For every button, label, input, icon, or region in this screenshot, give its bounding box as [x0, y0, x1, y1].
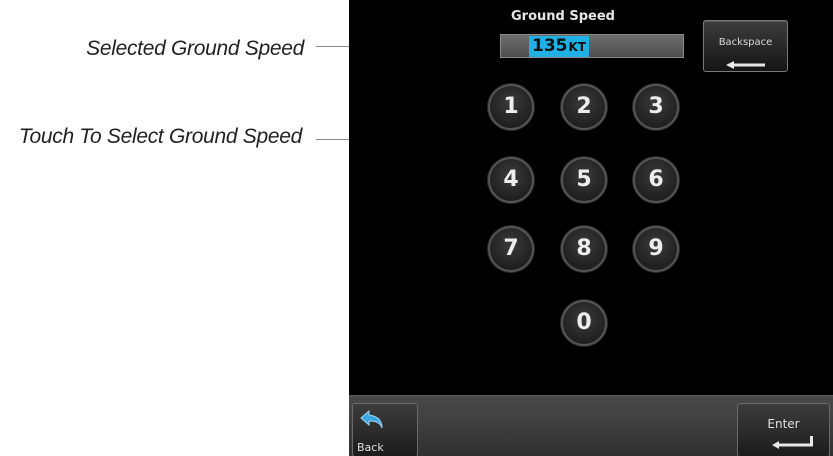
- speed-unit: KT: [568, 40, 586, 54]
- figure: Selected Ground Speed Touch To Select Gr…: [0, 0, 833, 456]
- back-button[interactable]: Back: [352, 403, 418, 456]
- key-4[interactable]: 4: [488, 157, 534, 203]
- key-9[interactable]: 9: [633, 226, 679, 272]
- device-screen: Ground Speed 135KT Backspace 1 2 3 4 5 6…: [349, 0, 833, 456]
- backspace-label: Backspace: [718, 37, 773, 48]
- key-5[interactable]: 5: [561, 157, 607, 203]
- key-6[interactable]: 6: [633, 157, 679, 203]
- callout-selected-ground-speed: Selected Ground Speed: [86, 37, 304, 60]
- back-label: Back: [357, 441, 384, 454]
- bottom-bar: Back Enter: [349, 395, 833, 456]
- key-3[interactable]: 3: [633, 84, 679, 130]
- ground-speed-field[interactable]: 135KT: [500, 34, 684, 58]
- enter-label: Enter: [767, 417, 800, 431]
- speed-number: 135: [532, 36, 568, 56]
- callout-touch-to-select: Touch To Select Ground Speed: [18, 125, 302, 148]
- key-7[interactable]: 7: [488, 226, 534, 272]
- left-arrow-icon: [726, 55, 766, 74]
- key-0[interactable]: 0: [561, 300, 607, 346]
- ground-speed-value: 135KT: [529, 36, 589, 57]
- enter-button[interactable]: Enter: [737, 403, 830, 456]
- key-1[interactable]: 1: [488, 84, 534, 130]
- backspace-button[interactable]: Backspace: [703, 20, 788, 72]
- key-8[interactable]: 8: [561, 226, 607, 272]
- back-arrow-icon: [359, 408, 387, 440]
- enter-return-icon: [772, 434, 816, 453]
- key-2[interactable]: 2: [561, 84, 607, 130]
